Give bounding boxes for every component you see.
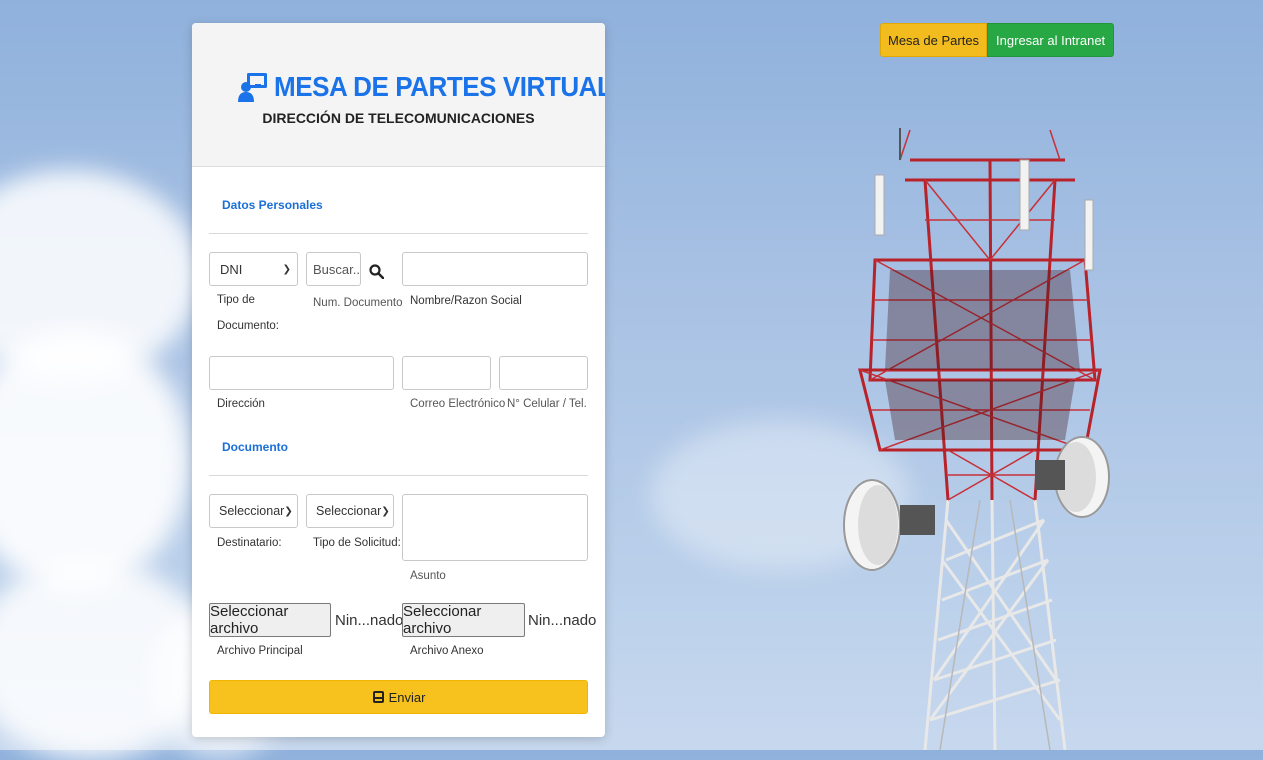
doc-type-value: DNI xyxy=(220,261,243,277)
page-subtitle: DIRECCIÓN DE TELECOMUNICACIONES xyxy=(262,110,535,126)
card-header: MESA DE PARTES VIRTUAL DIRECCIÓN DE TELE… xyxy=(192,23,605,167)
main-file-status: Nin...nado xyxy=(335,612,404,629)
top-nav: Mesa de Partes Ingresar al Intranet xyxy=(880,23,1115,57)
recipient-value: Seleccionar xyxy=(219,504,285,518)
phone-input[interactable] xyxy=(499,356,588,390)
email-input[interactable] xyxy=(402,356,491,390)
form-card: MESA DE PARTES VIRTUAL DIRECCIÓN DE TELE… xyxy=(192,23,605,737)
name-label: Nombre/Razon Social xyxy=(410,295,522,307)
subject-label: Asunto xyxy=(410,570,446,582)
doc-type-label: Tipo de Documento: xyxy=(217,294,280,332)
main-file-label: Archivo Principal xyxy=(217,645,303,657)
mesa-de-partes-button[interactable]: Mesa de Partes xyxy=(880,23,988,57)
email-label: Correo Electrónico xyxy=(410,398,506,410)
doc-number-label: Num. Documento xyxy=(313,297,403,309)
annex-file-status: Nin...nado xyxy=(528,612,597,629)
request-type-value: Seleccionar xyxy=(316,504,382,518)
submit-label: Enviar xyxy=(388,689,426,705)
annex-file-button[interactable]: Seleccionar archivo xyxy=(402,603,525,637)
address-input[interactable] xyxy=(209,356,394,390)
request-type-select[interactable]: Seleccionar ❯ xyxy=(306,494,394,528)
divider xyxy=(209,475,588,476)
telecom-tower-image xyxy=(843,128,1110,750)
annex-file-label: Archivo Anexo xyxy=(410,645,484,657)
send-icon xyxy=(372,691,384,703)
recipient-label: Destinatario: xyxy=(217,537,282,549)
cloud xyxy=(0,330,190,590)
recipient-select[interactable]: Seleccionar ❯ xyxy=(209,494,298,528)
doc-type-select[interactable]: DNI ❯ xyxy=(209,252,298,286)
page-title: MESA DE PARTES VIRTUAL xyxy=(274,71,605,102)
name-input[interactable] xyxy=(402,252,588,286)
request-type-label: Tipo de Solicitud: xyxy=(313,537,401,549)
chevron-down-icon: ❯ xyxy=(282,263,291,275)
intranet-login-button[interactable]: Ingresar al Intranet xyxy=(987,23,1115,57)
doc-number-input[interactable]: Buscar.. xyxy=(306,252,361,286)
phone-label: N° Celular / Tel. xyxy=(507,398,587,410)
divider xyxy=(209,233,588,234)
chevron-down-icon: ❯ xyxy=(284,505,293,517)
section-title-document: Documento xyxy=(222,440,288,454)
section-title-personal: Datos Personales xyxy=(222,198,323,212)
submit-button[interactable]: Enviar xyxy=(209,680,588,714)
main-file-button[interactable]: Seleccionar archivo xyxy=(209,603,331,637)
search-icon[interactable] xyxy=(369,264,384,279)
subject-textarea[interactable] xyxy=(402,494,588,561)
chevron-down-icon: ❯ xyxy=(381,505,390,517)
user-screen-icon xyxy=(238,73,267,102)
brand: MESA DE PARTES VIRTUAL xyxy=(238,71,605,103)
address-label: Dirección xyxy=(217,398,265,410)
